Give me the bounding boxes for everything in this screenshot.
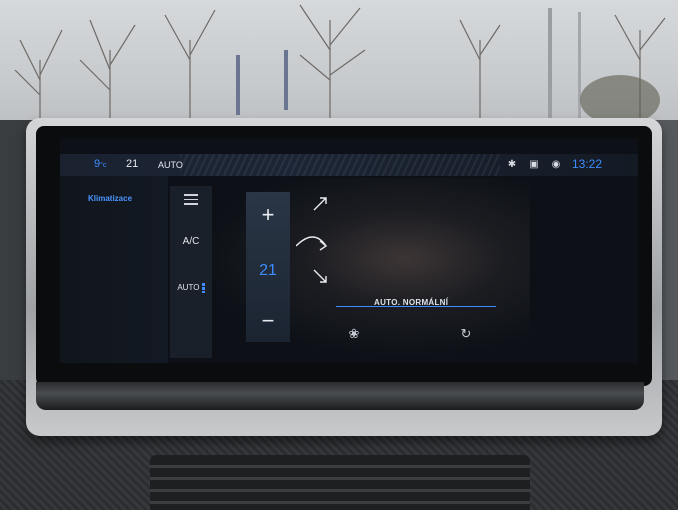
ac-button[interactable]: A/C (172, 236, 210, 247)
climate-mode: AUTO (158, 160, 183, 170)
airflow-up-arrow-icon (313, 197, 327, 211)
side-menu-item-klimatizace[interactable]: Klimatizace (88, 194, 132, 203)
right-temperature[interactable]: 21 (126, 158, 138, 170)
temperature-plus-button[interactable]: + (246, 204, 290, 226)
clock: 13:22 (572, 157, 603, 171)
air-vent (150, 455, 530, 510)
fan-icon[interactable]: ❀ (346, 326, 362, 342)
infotainment-screen: 9°c 21 AUTO ✱ ▣ ◉ 13:22 Klimatizace A/C … (60, 138, 638, 363)
status-bar: 9°c 21 AUTO ✱ ▣ ◉ 13:22 (60, 154, 638, 176)
hamburger-menu-icon[interactable] (184, 194, 198, 205)
airflow-down-arrow-icon (313, 269, 327, 283)
control-column: A/C AUTO (170, 186, 212, 358)
temperature-minus-button[interactable]: − (246, 310, 290, 332)
status-bar-stripe (180, 154, 500, 176)
car-icon: ▣ (529, 159, 539, 170)
temperature-value: 21 (259, 262, 277, 279)
recirculation-icon[interactable]: ↻ (458, 326, 474, 342)
airflow-center-arrow-icon (296, 236, 328, 251)
auto-button[interactable]: AUTO (172, 283, 210, 293)
auto-level-icon (201, 283, 205, 293)
side-menu: Klimatizace (60, 176, 168, 363)
left-temperature[interactable]: 9°c (94, 158, 106, 170)
bluetooth-icon: ✱ (507, 159, 517, 170)
airflow-direction-icons[interactable] (296, 188, 356, 298)
climate-status-label: AUTO. NORMÁLNÍ (374, 298, 449, 307)
signal-icon: ◉ (551, 159, 561, 170)
chrome-trim (36, 382, 644, 410)
temperature-control: + 21 − (246, 192, 290, 342)
